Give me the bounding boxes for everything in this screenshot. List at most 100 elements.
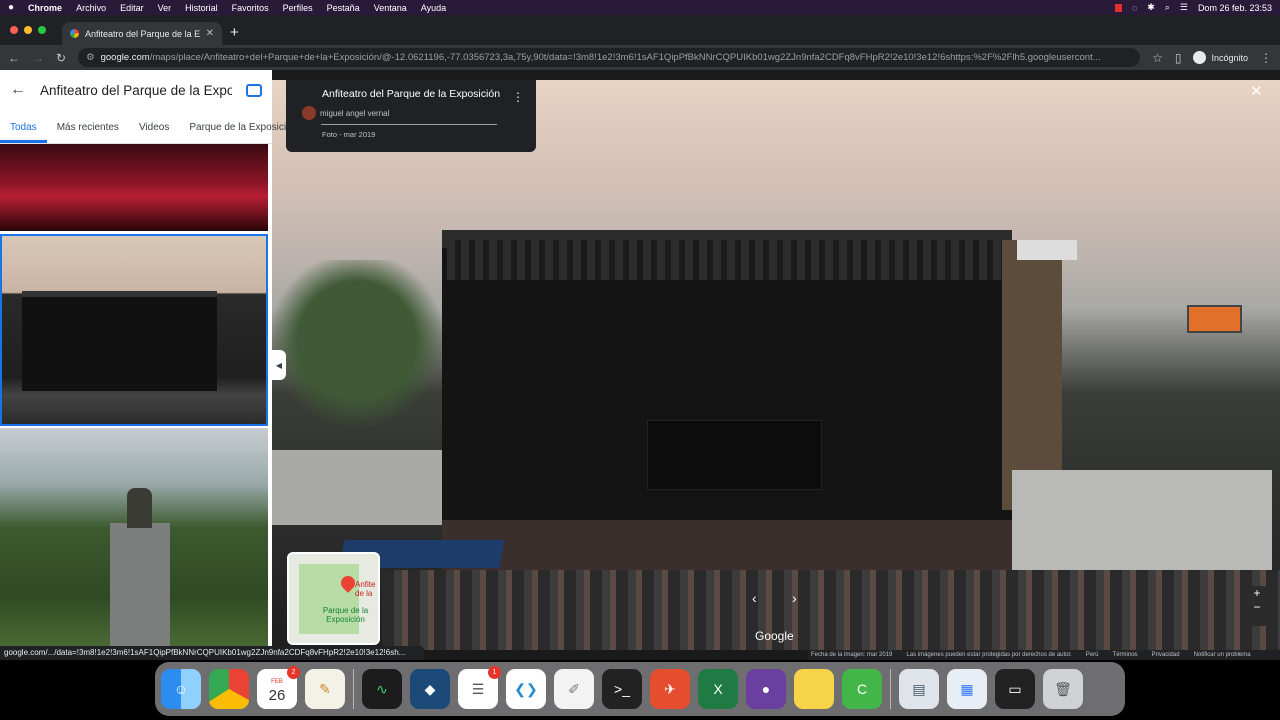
menu-ventana[interactable]: Ventana [374, 3, 407, 13]
country-label: Perú [1085, 652, 1099, 658]
google-maps-favicon-icon [70, 29, 79, 38]
photo-place-name[interactable]: Anfiteatro del Parque de la Exposición [322, 88, 524, 100]
minimap-place-label: Anfite de la [355, 580, 376, 598]
calendar-icon[interactable]: FEB 26 2 [257, 666, 300, 709]
chrome-icon[interactable] [209, 669, 249, 709]
github-desktop-icon[interactable]: ● [746, 669, 786, 709]
pages-pen-icon[interactable]: ✎ [305, 669, 345, 709]
add-photo-icon[interactable] [246, 83, 262, 97]
downloads-folder-icon[interactable]: ▤ [899, 669, 939, 709]
terminal-icon[interactable]: >_ [602, 669, 642, 709]
photo-stage-floor [442, 520, 1012, 575]
incognito-label: Incógnito [1211, 52, 1248, 63]
tab-mas-recientes[interactable]: Más recientes [47, 110, 129, 143]
menu-editar[interactable]: Editar [120, 3, 144, 13]
menu-clock[interactable]: Dom 26 feb. 23:53 [1198, 3, 1272, 13]
macos-dock: ☺ FEB 26 2 ✎ ∿ ◆ ☰ 1 ❮❯ ✐ >_ ✈ X ● C ▤ ▦… [155, 662, 1125, 716]
excel-icon[interactable]: X [698, 669, 738, 709]
status-icons: ◌ ✱ ⌕ ☰ Dom 26 feb. 23:53 [1114, 2, 1272, 13]
search-icon[interactable]: ⌕ [1165, 2, 1170, 13]
notes-icon[interactable] [794, 669, 834, 709]
reminders-icon[interactable]: ☰ 1 [458, 666, 501, 709]
photo-left-wall [272, 450, 447, 525]
vscode-icon[interactable]: ❮❯ [506, 669, 546, 709]
wifi-icon[interactable]: ◌ [1132, 3, 1137, 13]
site-info-icon[interactable]: ⚙ [86, 52, 95, 63]
zoom-out-icon[interactable]: − [1247, 600, 1267, 614]
menu-historial[interactable]: Historial [185, 3, 218, 13]
textedit-icon[interactable]: ✐ [554, 669, 594, 709]
close-photo-icon[interactable]: ✕ [1250, 82, 1263, 100]
numbers-icon[interactable]: C [842, 669, 882, 709]
terms-link[interactable]: Términos [1113, 652, 1138, 658]
close-window-icon[interactable] [10, 26, 18, 34]
control-center-icon[interactable]: ☰ [1180, 2, 1188, 13]
activity-monitor-icon[interactable]: ∿ [362, 669, 402, 709]
minimap[interactable]: Anfite de la Parque de la Exposición [287, 552, 380, 645]
menu-ayuda[interactable]: Ayuda [421, 3, 446, 13]
zoom-window-icon[interactable] [38, 26, 46, 34]
close-tab-icon[interactable]: ✕ [206, 28, 214, 39]
new-tab-icon[interactable]: + [230, 24, 239, 41]
reload-icon[interactable]: ↻ [56, 51, 66, 65]
macos-menu-bar: ● Chrome Archivo Editar Ver Historial Fa… [0, 0, 1280, 15]
chrome-tab-bar: Anfiteatro del Parque de la Exposición ✕… [0, 15, 1280, 45]
photo-thumbnail-amphitheater[interactable] [0, 234, 268, 426]
google-watermark: Google [755, 629, 794, 643]
photo-thumbnail-concert[interactable] [0, 144, 268, 231]
more-menu-icon[interactable]: ⋮ [1260, 51, 1272, 65]
menu-favoritos[interactable]: Favoritos [232, 3, 269, 13]
finder-icon[interactable]: ☺ [161, 669, 201, 709]
status-bar-url: google.com/.../data=!3m8!1e2!3m6!1sAF1Qi… [0, 646, 424, 660]
photo-filter-tabs: Todas Más recientes Videos Parque de la … [0, 110, 297, 144]
back-icon[interactable]: ← [8, 51, 20, 65]
menu-app-name[interactable]: Chrome [28, 3, 62, 13]
tab-title: Anfiteatro del Parque de la Exposición [85, 28, 200, 39]
postman-icon[interactable]: ✈ [650, 669, 690, 709]
photo-author[interactable]: miguel angel vernal [302, 106, 524, 120]
photo-thumbnail-monument[interactable] [0, 428, 268, 650]
menu-pestana[interactable]: Pestaña [327, 3, 360, 13]
main-photo[interactable] [272, 80, 1280, 650]
apple-icon[interactable]: ● [8, 2, 14, 13]
sidebar-header: ← Anfiteatro del Parque de la Exposición [0, 70, 272, 110]
next-photo-icon[interactable]: › [792, 590, 797, 606]
minimap-park-label: Parque de la Exposición [322, 606, 369, 624]
photo-sign [1017, 240, 1077, 260]
tab-videos[interactable]: Videos [129, 110, 179, 143]
author-name: miguel angel vernal [320, 108, 390, 118]
photo-stage-screen [647, 420, 822, 490]
minimize-window-icon[interactable] [24, 26, 32, 34]
photos-sidebar: ← Anfiteatro del Parque de la Exposición… [0, 70, 297, 650]
previous-photo-icon[interactable]: ‹ [752, 590, 757, 606]
collapse-panel-button[interactable]: ◀ [272, 350, 286, 380]
zoom-in-icon[interactable]: + [1247, 586, 1267, 600]
side-panel-icon[interactable]: ▯ [1175, 51, 1182, 65]
privacy-link[interactable]: Privacidad [1152, 652, 1180, 658]
browser-tab[interactable]: Anfiteatro del Parque de la Exposición ✕ [62, 22, 222, 45]
trash-icon[interactable]: 🗑 [1043, 669, 1083, 709]
menu-perfiles[interactable]: Perfiles [283, 3, 313, 13]
document-icon[interactable]: ▦ [947, 669, 987, 709]
mysql-workbench-icon[interactable]: ◆ [410, 669, 450, 709]
calendar-badge: 2 [287, 666, 300, 679]
incognito-indicator[interactable]: Incógnito [1193, 51, 1248, 64]
url-host: google.com [100, 52, 150, 63]
photo-billboard [1187, 305, 1242, 333]
menu-archivo[interactable]: Archivo [76, 3, 106, 13]
address-bar[interactable]: ⚙ google.com/maps/place/Anfiteatro+del+P… [78, 48, 1141, 67]
photo-stage-truss [447, 240, 1007, 280]
more-options-icon[interactable]: ⋮ [512, 90, 524, 104]
report-link[interactable]: Notificar un problema [1194, 652, 1251, 658]
sidebar-title: Anfiteatro del Parque de la Exposición [40, 82, 232, 98]
photo-right-wall [1012, 470, 1272, 580]
incognito-icon [1193, 51, 1207, 64]
tab-todas[interactable]: Todas [0, 110, 47, 143]
bookmark-star-icon[interactable]: ☆ [1152, 51, 1163, 65]
menu-ver[interactable]: Ver [158, 3, 172, 13]
forward-icon[interactable]: → [32, 51, 44, 65]
recording-icon[interactable] [1114, 3, 1122, 12]
window-preview-icon[interactable]: ▭ [995, 669, 1035, 709]
back-arrow-icon[interactable]: ← [10, 81, 26, 99]
bluetooth-icon[interactable]: ✱ [1147, 2, 1155, 13]
